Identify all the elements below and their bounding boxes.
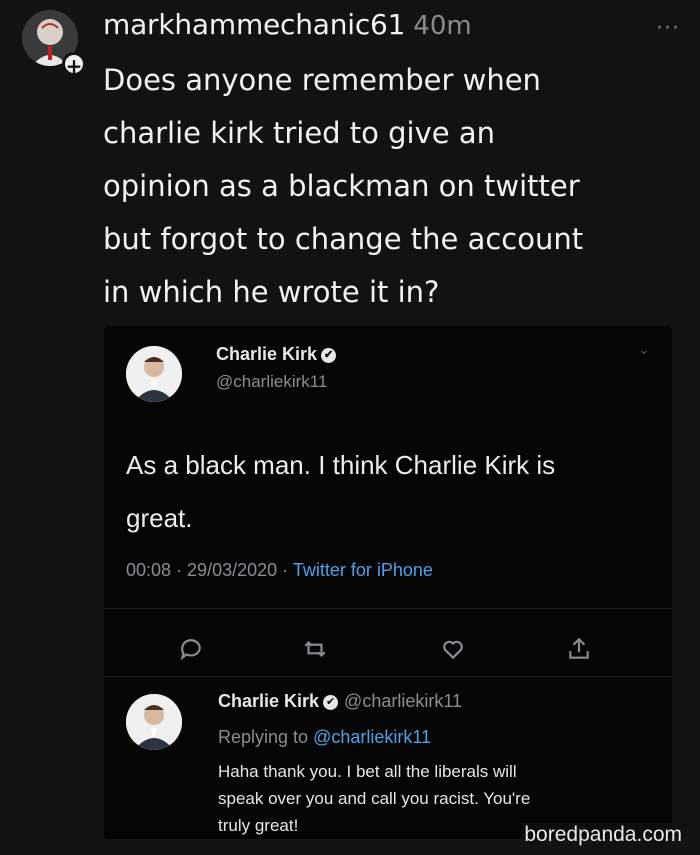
tweet-author-name[interactable]: Charlie Kirk ✔ [216, 344, 337, 365]
follow-plus-button[interactable]: + [62, 52, 86, 77]
reply-author-name[interactable]: Charlie Kirk [218, 691, 319, 711]
meta-separator: · [171, 560, 188, 580]
tweet-author-name-text: Charlie Kirk [216, 344, 318, 364]
post-body-line: but forgot to change the account [103, 222, 584, 256]
tweet-author-avatar[interactable] [126, 346, 182, 402]
avatar-image [126, 694, 182, 750]
tweet-date: 29/03/2020 [187, 560, 278, 580]
retweet-icon[interactable] [302, 636, 332, 666]
tweet-text: As a black man. I think Charlie Kirk is … [126, 439, 656, 545]
embedded-tweet-screenshot: Charlie Kirk ✔ @charliekirk11 ⌄ As a blac… [104, 326, 672, 839]
chevron-down-icon[interactable]: ⌄ [638, 342, 650, 358]
post-body-line: opinion as a blackman on twitter [103, 169, 580, 203]
reply-icon[interactable] [178, 636, 208, 666]
reply-author-row: Charlie Kirk ✔ @charliekirk11 [218, 691, 462, 712]
share-icon[interactable] [566, 636, 596, 666]
post-body-line: Does anyone remember when [103, 63, 541, 97]
tweet-text-line: As a black man. I think Charlie Kirk is [126, 450, 556, 480]
meta-separator: · [277, 560, 293, 580]
verified-badge-icon: ✔ [323, 694, 339, 710]
post-time-ago: 40m [413, 11, 472, 41]
tweet-author-handle[interactable]: @charliekirk11 [216, 372, 327, 392]
tweet-meta: 00:08 · 29/03/2020 · Twitter for iPhone [126, 560, 433, 581]
tweet-time: 00:08 [126, 560, 172, 580]
verified-badge-icon: ✔ [321, 347, 337, 363]
avatar-image [126, 346, 182, 402]
watermark: boredpanda.com [522, 823, 684, 847]
post-body-line: in which he wrote it in? [103, 275, 440, 309]
post-body-line: charlie kirk tried to give an [103, 116, 495, 150]
more-options-icon[interactable]: ··· [656, 16, 680, 41]
post-header: markhammechanic61 40m ··· [103, 8, 680, 48]
reply-text-line: Haha thank you. I bet all the liberals w… [218, 762, 517, 781]
post-body: Does anyone remember when charlie kirk t… [103, 54, 693, 319]
tweet-source-link[interactable]: Twitter for iPhone [293, 560, 433, 580]
reply-author-handle[interactable]: @charliekirk11 [344, 691, 462, 711]
heart-icon[interactable] [440, 636, 470, 666]
reply-text-line: speak over you and call you racist. You'… [218, 789, 531, 808]
post-username[interactable]: markhammechanic61 [103, 8, 405, 41]
tweet-text-line: great. [126, 503, 193, 533]
replying-to-label: Replying to [218, 727, 309, 747]
replying-to-line: Replying to @charliekirk11 [218, 727, 431, 748]
tweet-action-bar [104, 636, 672, 666]
divider [104, 676, 672, 677]
divider [104, 608, 672, 609]
replying-to-handle[interactable]: @charliekirk11 [313, 727, 431, 747]
reply-author-avatar[interactable] [126, 694, 182, 750]
